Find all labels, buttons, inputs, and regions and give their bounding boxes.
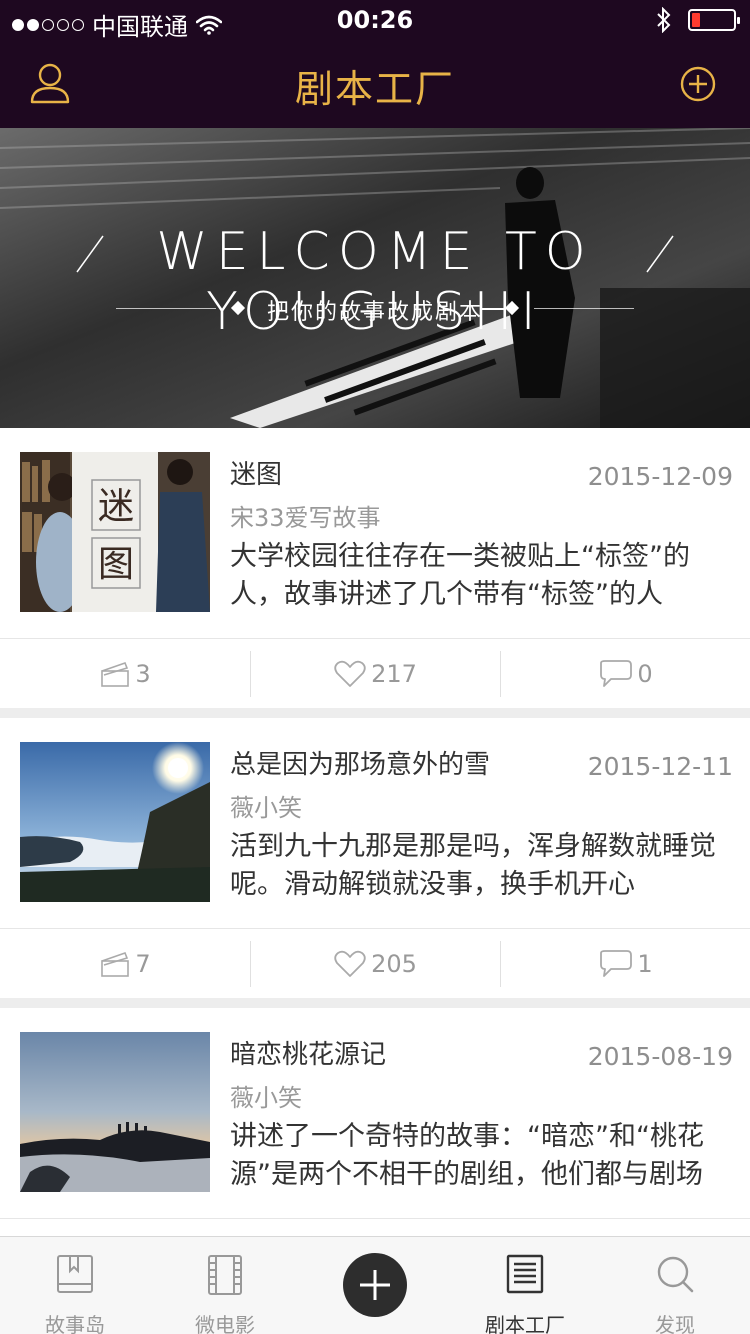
story-description: 活到九十九那是那是吗，浑身解数就睡觉呢。滑动解锁就没事，换手机开心 <box>230 831 716 900</box>
tab-label: 微电影 <box>195 1313 255 1334</box>
slash-decoration-left <box>76 235 104 273</box>
story-stats <box>0 1218 750 1236</box>
story-thumbnail[interactable] <box>20 742 210 902</box>
tab-story-island[interactable]: 故事岛 <box>0 1237 150 1334</box>
story-title[interactable]: 迷图 <box>230 454 282 491</box>
story-title[interactable]: 总是因为那场意外的雪 <box>230 744 490 781</box>
tab-script-factory[interactable]: 剧本工厂 <box>450 1237 600 1334</box>
svg-text:图: 图 <box>98 544 134 585</box>
heart-icon <box>334 950 366 977</box>
top-bar: 中国联通 00:26 剧本工厂 <box>0 0 750 128</box>
slash-decoration-right <box>646 235 674 273</box>
add-circle-icon[interactable] <box>676 60 720 108</box>
story-stats: 3 217 0 <box>0 638 750 708</box>
page-title: 剧本工厂 <box>294 67 455 111</box>
story-thumbnail[interactable] <box>20 1032 210 1192</box>
heart-icon <box>334 660 366 687</box>
comment-count-value: 0 <box>637 659 653 688</box>
script-count-value: 7 <box>135 949 151 978</box>
clapperboard-icon <box>101 661 130 687</box>
story-author[interactable]: 宋33爱写故事 <box>230 498 381 533</box>
battery-icon <box>688 9 740 31</box>
story-author[interactable]: 薇小笑 <box>230 788 302 823</box>
search-icon <box>657 1256 694 1293</box>
script-count-value: 3 <box>135 659 151 688</box>
story-card[interactable]: 迷 图 迷图 2015-12-09 宋33爱写故事 大学校园往往存在一类被贴上“… <box>0 428 750 708</box>
document-icon <box>506 1254 544 1294</box>
like-count-value: 217 <box>371 659 417 688</box>
story-thumbnail[interactable]: 迷 图 <box>20 452 210 612</box>
story-stats: 7 205 1 <box>0 928 750 998</box>
book-icon <box>57 1255 93 1293</box>
like-count-value: 205 <box>371 949 417 978</box>
film-icon <box>208 1255 242 1295</box>
plus-icon <box>360 1270 390 1300</box>
divider-line-right <box>534 308 634 309</box>
story-title[interactable]: 暗恋桃花源记 <box>230 1034 386 1071</box>
story-date: 2015-12-11 <box>587 752 733 781</box>
battery-level <box>692 13 700 27</box>
welcome-banner[interactable]: WELCOME TO YOUGUSHI 把你的故事改成剧本 <box>0 128 750 428</box>
story-card[interactable]: 总是因为那场意外的雪 2015-12-11 薇小笑 活到九十九那是那是吗，浑身解… <box>0 718 750 998</box>
like-count[interactable]: 217 <box>250 639 500 708</box>
tab-discover[interactable]: 发现 <box>600 1237 750 1334</box>
banner-subtitle: 把你的故事改成剧本 <box>266 300 483 325</box>
script-count[interactable]: 3 <box>0 639 250 708</box>
comment-count-value: 1 <box>637 949 653 978</box>
status-bar: 中国联通 00:26 <box>0 0 750 41</box>
comment-count[interactable]: 1 <box>500 929 750 998</box>
tab-bar: 故事岛 微电影 剧本工厂 发现 <box>0 1236 750 1334</box>
story-description: 大学校园往往存在一类被贴上“标签”的人，故事讲述了几个带有“标签”的人 <box>230 541 690 610</box>
comment-bubble-icon <box>600 949 633 977</box>
comment-bubble-icon <box>600 659 633 687</box>
story-date: 2015-08-19 <box>587 1042 733 1071</box>
clock: 00:26 <box>336 6 414 34</box>
story-author[interactable]: 薇小笑 <box>230 1078 302 1113</box>
svg-text:迷: 迷 <box>98 486 134 527</box>
add-button[interactable] <box>343 1253 407 1317</box>
like-count[interactable]: 205 <box>250 929 500 998</box>
bluetooth-icon <box>657 7 671 33</box>
tab-micro-film[interactable]: 微电影 <box>150 1237 300 1334</box>
tab-label: 发现 <box>655 1313 695 1334</box>
clapperboard-icon <box>101 951 130 977</box>
story-description: 讲述了一个奇特的故事：“暗恋”和“桃花源”是两个不相干的剧组，他们都与剧场 <box>230 1121 704 1190</box>
tab-add[interactable] <box>300 1237 450 1334</box>
tab-label: 故事岛 <box>45 1313 105 1334</box>
script-count[interactable]: 7 <box>0 929 250 998</box>
story-date: 2015-12-09 <box>587 462 733 491</box>
story-card[interactable]: 暗恋桃花源记 2015-08-19 薇小笑 讲述了一个奇特的故事：“暗恋”和“桃… <box>0 1008 750 1236</box>
section-divider <box>0 998 750 1008</box>
tab-label: 剧本工厂 <box>485 1313 565 1334</box>
comment-count[interactable]: 0 <box>500 639 750 708</box>
section-divider <box>0 708 750 718</box>
